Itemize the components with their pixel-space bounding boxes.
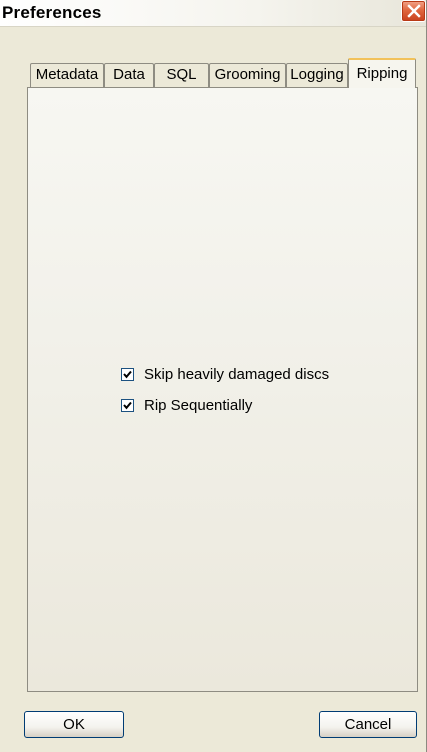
tab-data[interactable]: Data bbox=[104, 63, 154, 87]
checkmark-icon bbox=[123, 370, 132, 379]
tab-label: Logging bbox=[290, 66, 344, 83]
preferences-dialog: Preferences Metadata Data SQL Grooming L… bbox=[0, 0, 427, 752]
tab-ripping[interactable]: Ripping bbox=[348, 58, 416, 88]
tab-label: Ripping bbox=[356, 65, 408, 82]
title-bar[interactable]: Preferences bbox=[0, 0, 426, 27]
ripping-tab-panel bbox=[27, 87, 418, 692]
tab-label: Metadata bbox=[35, 66, 99, 83]
tab-grooming[interactable]: Grooming bbox=[209, 63, 286, 87]
rip-sequentially-label: Rip Sequentially bbox=[144, 397, 253, 414]
window-title: Preferences bbox=[2, 3, 102, 22]
close-button[interactable] bbox=[401, 0, 426, 22]
skip-damaged-discs-label: Skip heavily damaged discs bbox=[144, 366, 330, 383]
cancel-button[interactable]: Cancel bbox=[319, 711, 417, 738]
tab-label: SQL bbox=[166, 66, 197, 83]
tab-label: Data bbox=[113, 66, 145, 83]
tab-metadata[interactable]: Metadata bbox=[30, 63, 104, 87]
tab-logging[interactable]: Logging bbox=[286, 63, 348, 87]
ok-button[interactable]: OK bbox=[24, 711, 124, 738]
tab-label: Grooming bbox=[214, 66, 281, 83]
skip-damaged-discs-checkbox[interactable] bbox=[121, 368, 134, 381]
rip-sequentially-checkbox[interactable] bbox=[121, 399, 134, 412]
checkmark-icon bbox=[123, 401, 132, 410]
tab-sql[interactable]: SQL bbox=[154, 63, 209, 87]
close-icon bbox=[407, 4, 421, 18]
